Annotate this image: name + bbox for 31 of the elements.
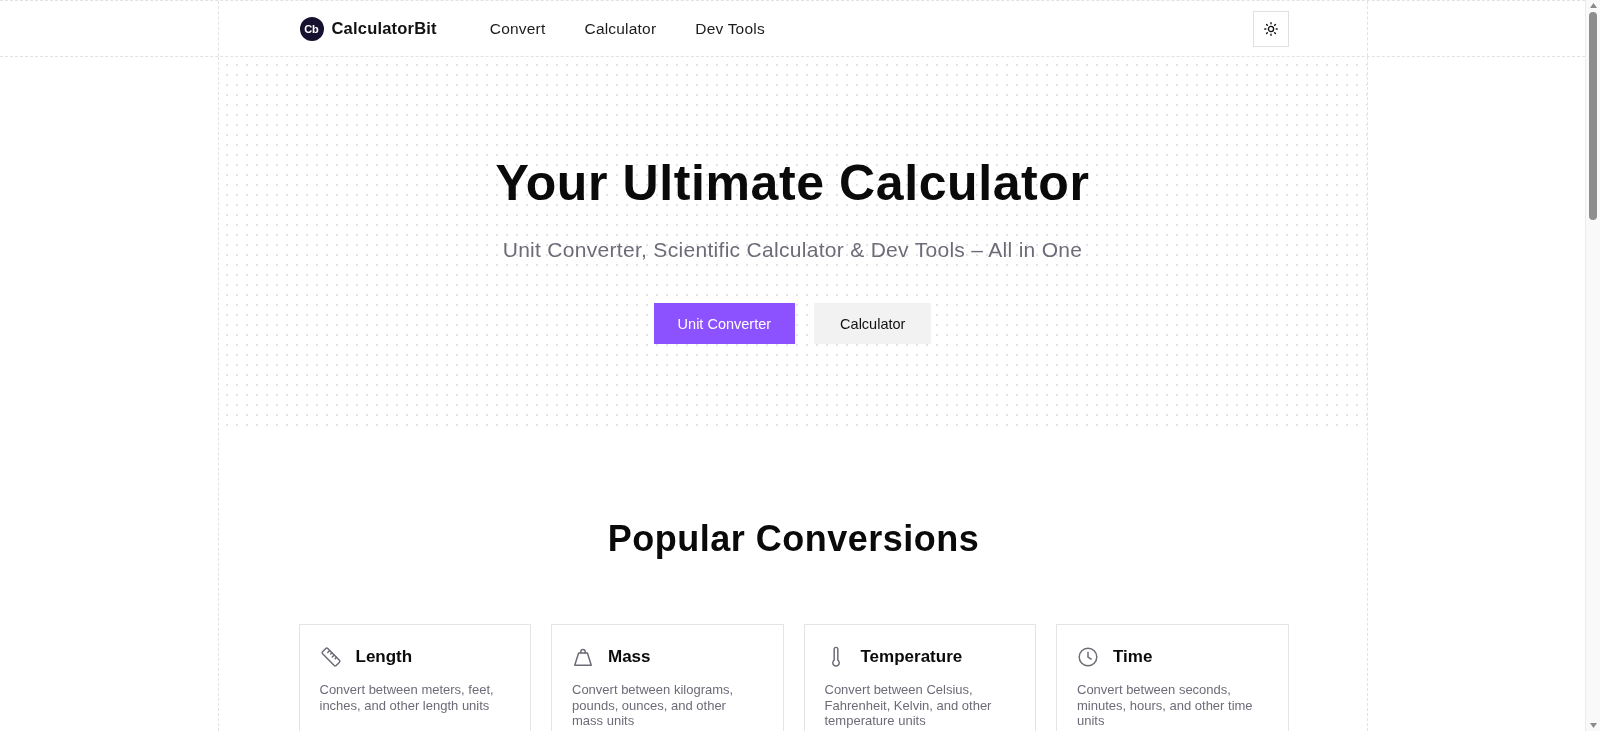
card-title: Mass (608, 647, 651, 667)
weight-icon (572, 646, 594, 668)
hero-title: Your Ultimate Calculator (494, 154, 1091, 213)
card-title: Temperature (860, 647, 963, 667)
clock-icon (1077, 646, 1099, 668)
conversion-card[interactable]: Mass Convert between kilograms, pounds, ounces, and other mass units (551, 624, 784, 731)
nav-link[interactable]: Convert (489, 19, 546, 38)
section-title: Popular Conversions (606, 517, 981, 561)
conversion-card[interactable]: Temperature Convert between Celsius, Fahrenheit, Kelvin, and other temperature units (803, 624, 1036, 731)
card-title: Length (355, 647, 413, 667)
card-description: Convert between seconds, minutes, hours, and other time units (1077, 682, 1254, 729)
ruler-icon (319, 646, 342, 668)
card-title: Time (1113, 647, 1153, 667)
card-description: Convert between Celsius, Fahrenheit, Kelvin, and other temperature units (824, 682, 993, 729)
conversion-card[interactable]: Time Convert between seconds, minutes, hours, and other time units (1056, 624, 1289, 731)
scrollbar-track[interactable] (1585, 0, 1600, 731)
calculator-button[interactable]: Calculator (814, 303, 932, 344)
theme-toggle-button[interactable] (1252, 10, 1289, 47)
logo-mark[interactable]: Cb (299, 16, 324, 41)
scrollbar-thumb[interactable] (1589, 12, 1597, 220)
unit-converter-button[interactable]: Unit Converter (653, 303, 796, 344)
card-description: Convert between kilograms, pounds, ounces, and other mass units (572, 682, 735, 729)
conversion-card[interactable]: Length Convert between meters, feet, inches, and other length units (298, 624, 531, 731)
nav-link[interactable]: Dev Tools (695, 19, 765, 38)
sun-icon (1263, 21, 1278, 36)
scroll-up-icon[interactable] (1589, 3, 1597, 8)
scroll-down-icon[interactable] (1589, 723, 1597, 728)
card-description: Convert between meters, feet, inches, and other length units (319, 682, 495, 713)
hero-subtitle: Unit Converter, Scientific Calculator & Dev Tools – All in One (501, 237, 1084, 263)
brand-name[interactable]: CalculatorBit (331, 19, 437, 38)
nav-link[interactable]: Calculator (584, 19, 657, 38)
